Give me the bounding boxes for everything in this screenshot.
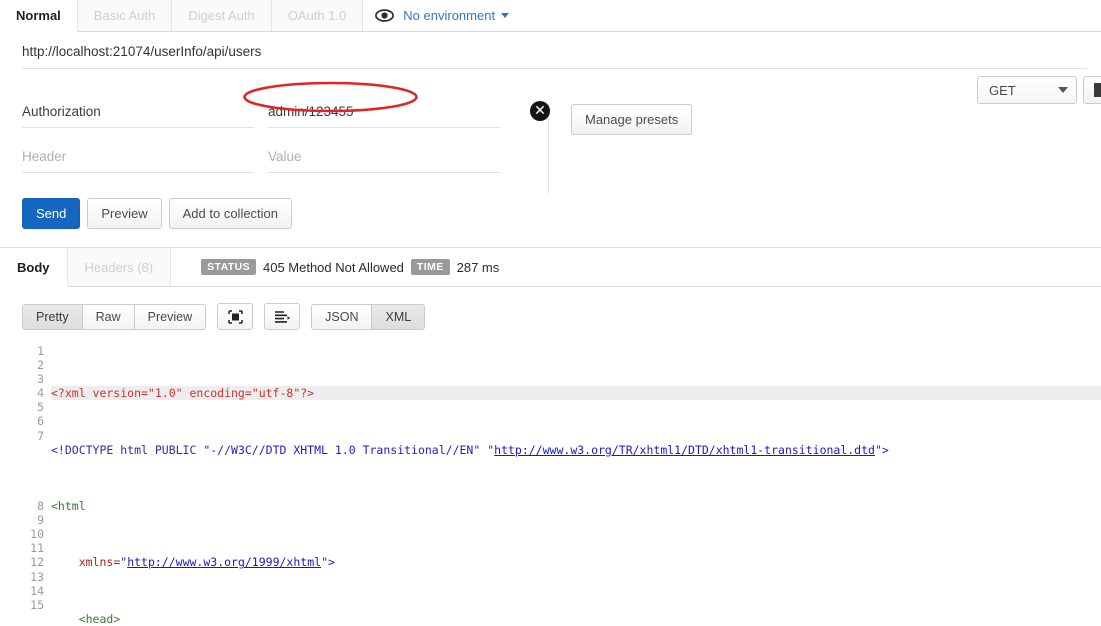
preview-button[interactable]: Preview <box>87 198 162 229</box>
tab-headers[interactable]: Headers (8) <box>67 248 172 286</box>
code-token: "> <box>321 555 335 570</box>
tab-normal-label: Normal <box>16 8 61 23</box>
code-token: xmlns= <box>78 555 121 570</box>
code-line-1: <?xml version="1.0" encoding="utf-8"?> <box>51 386 1101 401</box>
header-key-cell <box>22 104 254 128</box>
line-number: 9 <box>37 513 44 528</box>
header-row: ✕ <box>22 101 550 128</box>
format-code-button[interactable] <box>264 303 301 330</box>
request-url-row: GET <box>0 32 1101 104</box>
line-number: 8 <box>37 499 44 514</box>
line-number: 13 <box>30 569 44 584</box>
code-token-link[interactable]: http://www.w3.org/TR/xhtml1/DTD/xhtml1-t… <box>494 443 875 457</box>
status-text: 405 Method Not Allowed <box>262 259 404 275</box>
tab-body-label: Body <box>17 259 50 275</box>
response-body-viewer[interactable]: 1 2 3 4 5 6 7 8 9 10 11 12 13 14 15 <?xm… <box>22 344 1101 626</box>
tab-normal[interactable]: Normal <box>0 0 78 32</box>
language-xml[interactable]: XML <box>371 303 426 330</box>
header-key-cell <box>22 149 254 173</box>
code-token: <!DOCTYPE html PUBLIC <box>51 442 204 457</box>
line-number: 3 <box>37 372 44 387</box>
request-actions: Send Preview Add to collection <box>0 194 1101 247</box>
tab-body[interactable]: Body <box>0 248 68 287</box>
request-url-input[interactable] <box>22 44 1087 59</box>
header-value-cell <box>268 149 500 173</box>
fullscreen-button[interactable] <box>217 303 254 330</box>
line-number: 15 <box>30 597 44 612</box>
indent-format-icon <box>274 310 290 323</box>
close-circle-icon: ✕ <box>534 103 546 119</box>
tab-digest-auth-label: Digest Auth <box>188 8 255 23</box>
code-token-link[interactable]: http://www.w3.org/1999/xhtml <box>127 555 321 569</box>
line-number-spacer <box>22 443 44 499</box>
header-value-input[interactable] <box>268 104 500 119</box>
line-number: 4 <box>37 386 44 401</box>
clear-header-button[interactable]: ✕ <box>530 101 550 121</box>
header-value-input[interactable] <box>268 149 500 164</box>
auth-tab-bar: Normal Basic Auth Digest Auth OAuth 1.0 … <box>0 0 1101 32</box>
line-number: 11 <box>30 541 44 556</box>
line-number: 10 <box>30 527 44 542</box>
header-key-input[interactable] <box>22 149 254 164</box>
code-token: <?xml version="1.0" encoding="utf-8"?> <box>51 386 315 401</box>
line-number: 12 <box>30 555 44 570</box>
tab-oauth-1[interactable]: OAuth 1.0 <box>271 0 364 31</box>
code-token: <head> <box>78 611 121 626</box>
status-badge: STATUS <box>201 259 256 275</box>
line-number: 5 <box>37 400 44 415</box>
code-line-2: <!DOCTYPE html PUBLIC "-//W3C//DTD XHTML… <box>51 443 1101 457</box>
code-line-3: <html <box>51 499 1101 513</box>
add-to-collection-button[interactable]: Add to collection <box>168 198 293 229</box>
code-token: <html <box>51 499 86 514</box>
environment-selector[interactable]: No environment <box>403 0 510 31</box>
tab-basic-auth-label: Basic Auth <box>93 8 156 23</box>
code-token: "> <box>874 442 889 457</box>
header-rows: ✕ <box>0 101 550 194</box>
response-tab-bar: Body Headers (8) STATUS 405 Method Not A… <box>0 248 1101 287</box>
language-group: JSON XML <box>311 303 426 330</box>
view-mode-pretty[interactable]: Pretty <box>22 303 83 330</box>
view-mode-group: Pretty Raw Preview <box>22 303 207 330</box>
header-key-input[interactable] <box>22 104 254 119</box>
line-number-gutter: 1 2 3 4 5 6 7 8 9 10 11 12 13 14 15 <box>22 344 51 626</box>
response-format-toolbar: Pretty Raw Preview JSON XML <box>0 287 1101 344</box>
header-row <box>22 149 528 173</box>
language-json[interactable]: JSON <box>311 303 373 330</box>
view-mode-preview[interactable]: Preview <box>133 303 207 330</box>
line-number: 7 <box>37 428 44 443</box>
time-text: 287 ms <box>456 259 500 275</box>
time-badge: TIME <box>410 259 450 275</box>
code-line-5: <head> <box>51 612 1101 626</box>
code-editor: 1 2 3 4 5 6 7 8 9 10 11 12 13 14 15 <?xm… <box>22 344 1101 626</box>
tab-oauth-1-label: OAuth 1.0 <box>287 8 347 23</box>
line-number: 6 <box>37 414 44 429</box>
tab-headers-label: Headers (8) <box>84 259 154 275</box>
headers-section: ✕ Manage presets <box>0 84 1101 194</box>
chevron-down-icon <box>501 13 510 18</box>
fullscreen-icon <box>227 309 243 324</box>
presets-column: Manage presets <box>548 104 693 194</box>
code-token: "-//W3C//DTD XHTML 1.0 Transitional//EN" <box>203 442 481 457</box>
eye-icon <box>375 9 395 22</box>
send-button[interactable]: Send <box>22 198 81 229</box>
tab-digest-auth[interactable]: Digest Auth <box>172 0 272 31</box>
eye-icon-wrapper[interactable] <box>363 0 403 31</box>
view-mode-raw[interactable]: Raw <box>81 303 135 330</box>
response-status-strip: STATUS 405 Method Not Allowed TIME 287 m… <box>171 248 499 286</box>
line-number: 2 <box>37 358 44 373</box>
line-number: 1 <box>37 344 44 358</box>
code-line-4: xmlns="http://www.w3.org/1999/xhtml"> <box>51 555 1101 569</box>
line-number: 14 <box>30 583 44 598</box>
request-url-field-wrapper <box>22 44 1087 69</box>
tab-basic-auth[interactable]: Basic Auth <box>77 0 173 31</box>
environment-label: No environment <box>403 8 496 23</box>
manage-presets-button[interactable]: Manage presets <box>571 104 693 135</box>
header-value-cell <box>268 104 500 128</box>
code-lines: <?xml version="1.0" encoding="utf-8"?> <… <box>51 344 1101 626</box>
